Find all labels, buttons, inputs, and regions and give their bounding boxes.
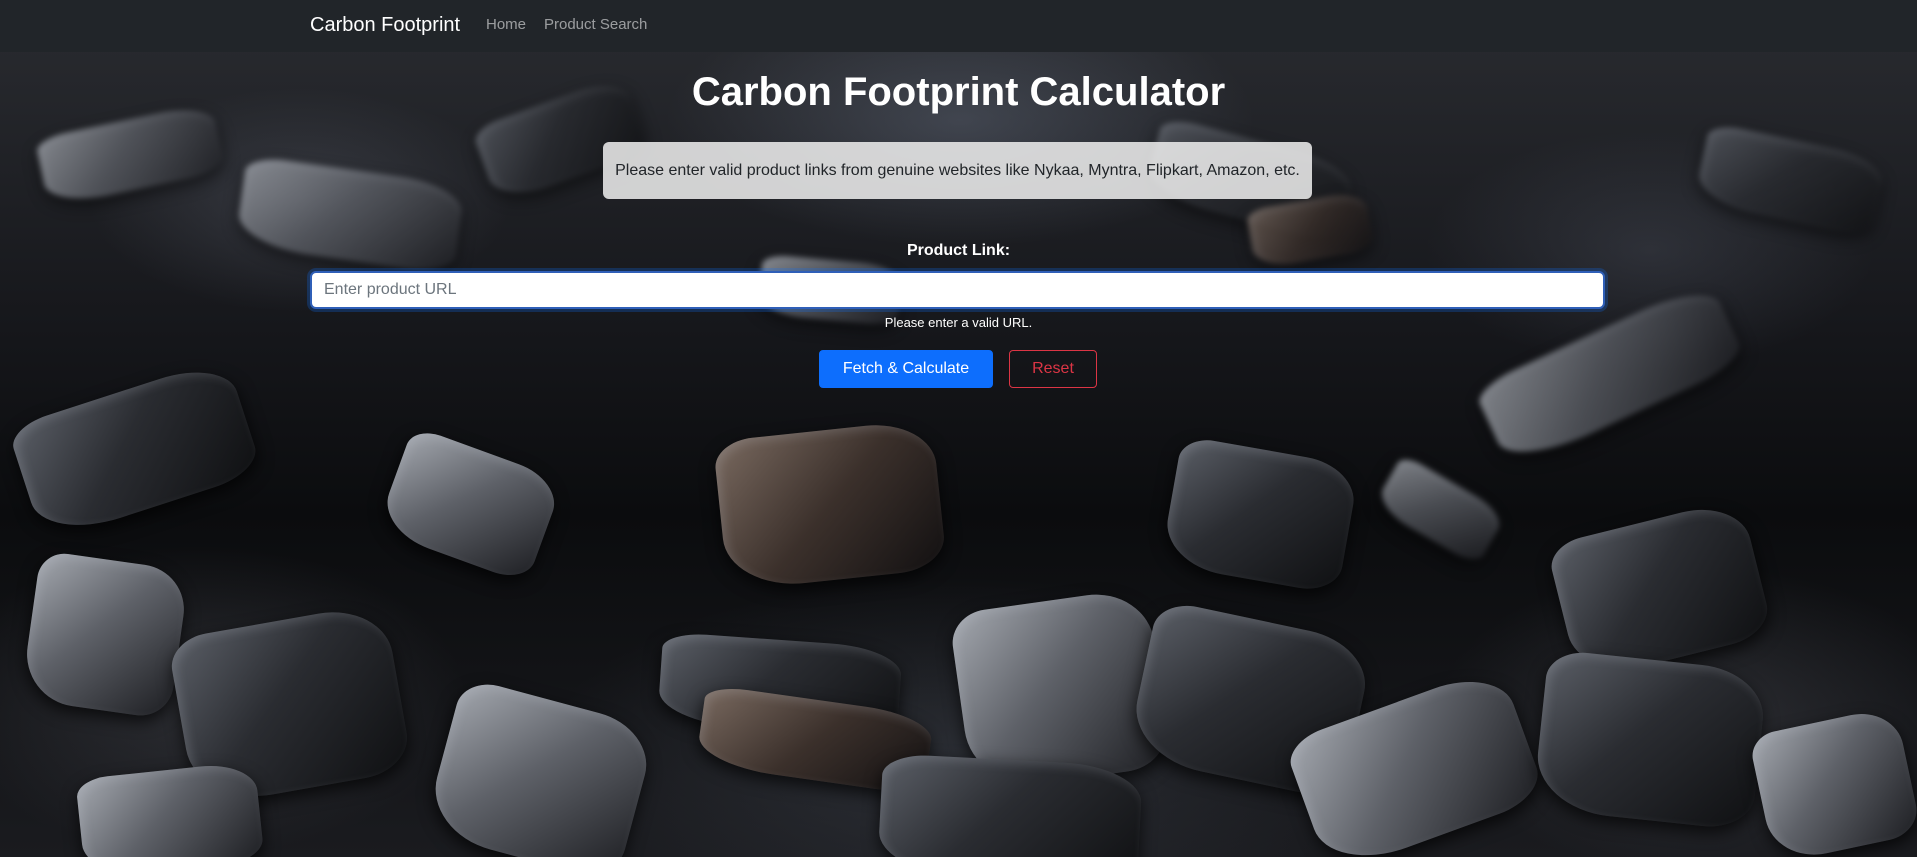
background-charcoal-image	[0, 0, 1917, 857]
brand-link[interactable]: Carbon Footprint	[310, 14, 460, 37]
product-url-input[interactable]	[310, 271, 1605, 309]
nav-link-home[interactable]: Home	[486, 16, 526, 33]
info-notice: Please enter valid product links from ge…	[603, 142, 1312, 199]
fetch-calculate-button[interactable]: Fetch & Calculate	[819, 350, 993, 388]
nav-link-product-search[interactable]: Product Search	[544, 16, 647, 33]
reset-button[interactable]: Reset	[1009, 350, 1097, 388]
validation-hint: Please enter a valid URL.	[884, 315, 1033, 330]
page-title: Carbon Footprint Calculator	[691, 70, 1226, 114]
top-navbar: Carbon Footprint Home Product Search	[0, 0, 1917, 52]
product-link-label: Product Link:	[906, 242, 1011, 259]
